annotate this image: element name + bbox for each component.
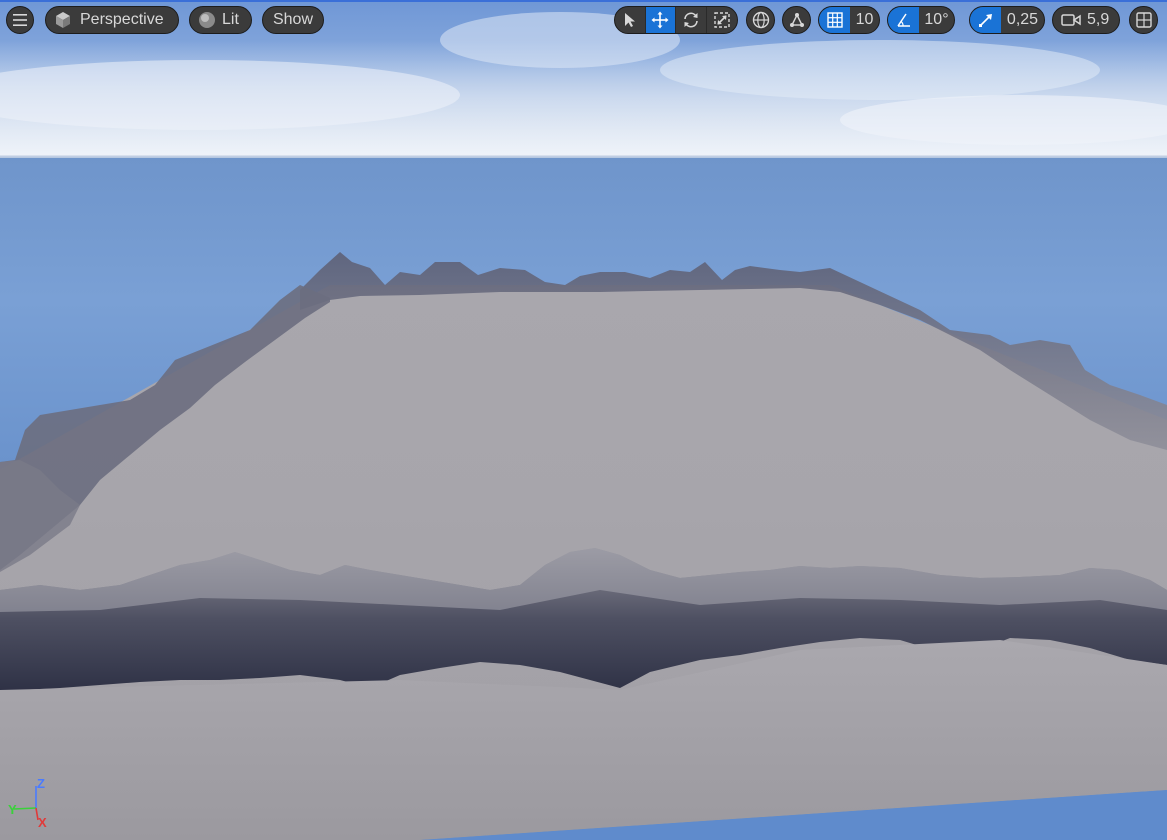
axis-gizmo: Z Y X <box>0 772 60 832</box>
move-arrows-icon <box>651 11 669 29</box>
grid-snap-toggle[interactable] <box>819 7 850 33</box>
cube-icon <box>56 12 70 28</box>
rotation-snap-toggle[interactable] <box>888 7 919 33</box>
axis-z-label: Z <box>37 776 45 791</box>
axis-y-label: Y <box>8 802 17 817</box>
lighting-mode-button[interactable]: Lit <box>189 6 252 34</box>
world-local-toggle[interactable] <box>746 6 775 34</box>
view-mode-label: Perspective <box>80 11 164 28</box>
grid-snap-value-dropdown[interactable]: 10 <box>850 7 879 33</box>
grid-snap-value: 10 <box>855 11 874 28</box>
viewport-options-menu-button[interactable] <box>6 6 34 34</box>
scale-snap-group: 0,25 <box>969 6 1045 34</box>
lighting-mode-label: Lit <box>222 11 239 28</box>
rotation-snap-value-dropdown[interactable]: 10° <box>919 7 954 33</box>
translate-tool-button[interactable] <box>645 7 676 33</box>
sky-cloud <box>660 40 1100 100</box>
cursor-icon <box>624 13 635 27</box>
rotate-tool-button[interactable] <box>676 7 707 33</box>
rotation-snap-group: 10° <box>887 6 955 34</box>
level-viewport[interactable]: Perspective Lit Show 10 10° 0,25 5,9 Z Y… <box>0 0 1167 840</box>
scale-snap-toggle[interactable] <box>970 7 1001 33</box>
camera-speed-value: 5,9 <box>1087 11 1110 28</box>
grid-snap-group: 10 <box>818 6 880 34</box>
grid-icon <box>826 12 843 28</box>
surface-snapping-button[interactable] <box>782 6 811 34</box>
surface-snap-icon <box>789 13 804 27</box>
scale-snap-value: 0,25 <box>1006 11 1039 28</box>
viewport-layout-icon <box>1135 12 1152 28</box>
sphere-icon <box>199 12 215 28</box>
show-flags-label: Show <box>272 11 314 28</box>
globe-icon <box>752 11 769 29</box>
view-mode-button[interactable]: Perspective <box>45 6 179 34</box>
scale-snap-value-dropdown[interactable]: 0,25 <box>1001 7 1044 33</box>
horizon-line <box>0 155 1167 158</box>
scale-icon <box>714 12 730 28</box>
axis-x-label: X <box>38 815 47 830</box>
hamburger-menu-icon <box>13 14 27 26</box>
scale-tool-button[interactable] <box>707 7 737 33</box>
camera-speed-button[interactable]: 5,9 <box>1052 6 1120 34</box>
select-tool-button[interactable] <box>615 7 646 33</box>
transform-tools-group <box>614 6 738 34</box>
angle-icon <box>896 13 910 27</box>
scale-arrow-icon <box>978 14 992 27</box>
scene-render[interactable] <box>0 0 1167 840</box>
camera-icon <box>1061 14 1081 26</box>
show-flags-button[interactable]: Show <box>262 6 324 34</box>
viewport-layout-button[interactable] <box>1129 6 1158 34</box>
rotation-snap-value: 10° <box>924 11 949 28</box>
rotate-icon <box>683 12 698 28</box>
